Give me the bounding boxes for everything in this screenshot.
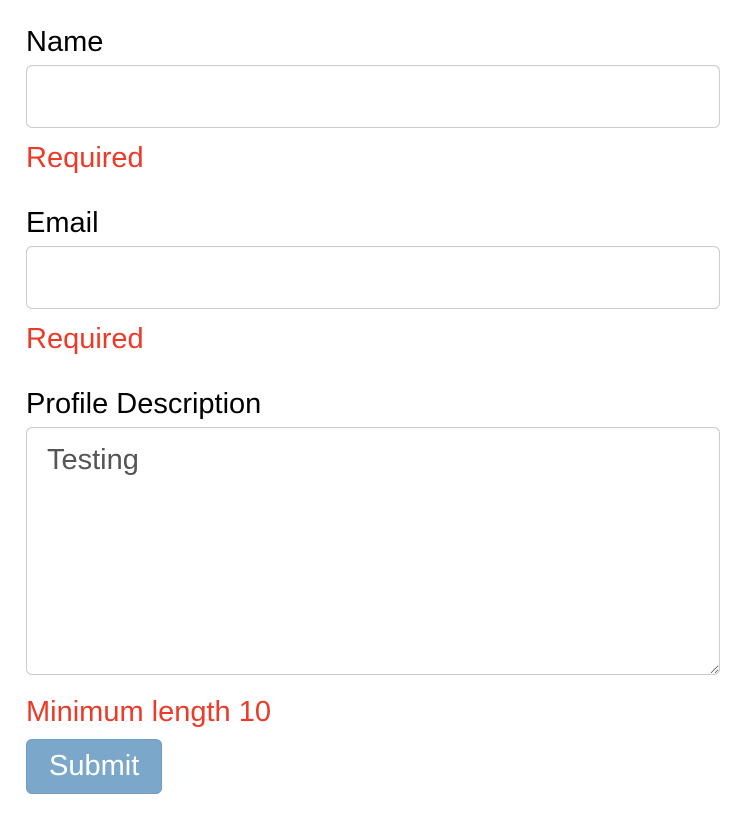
name-group: Name Required: [26, 26, 720, 175]
submit-button[interactable]: Submit: [26, 739, 162, 794]
email-label: Email: [26, 207, 720, 240]
email-group: Email Required: [26, 207, 720, 356]
name-label: Name: [26, 26, 720, 59]
profile-textarea[interactable]: Testing: [26, 427, 720, 675]
name-input[interactable]: [26, 65, 720, 128]
email-error: Required: [26, 323, 720, 356]
profile-error: Minimum length 10: [26, 696, 720, 729]
profile-label: Profile Description: [26, 388, 720, 421]
profile-form: Name Required Email Required Profile Des…: [26, 26, 720, 794]
profile-group: Profile Description Testing Minimum leng…: [26, 388, 720, 794]
name-error: Required: [26, 142, 720, 175]
email-input[interactable]: [26, 246, 720, 309]
